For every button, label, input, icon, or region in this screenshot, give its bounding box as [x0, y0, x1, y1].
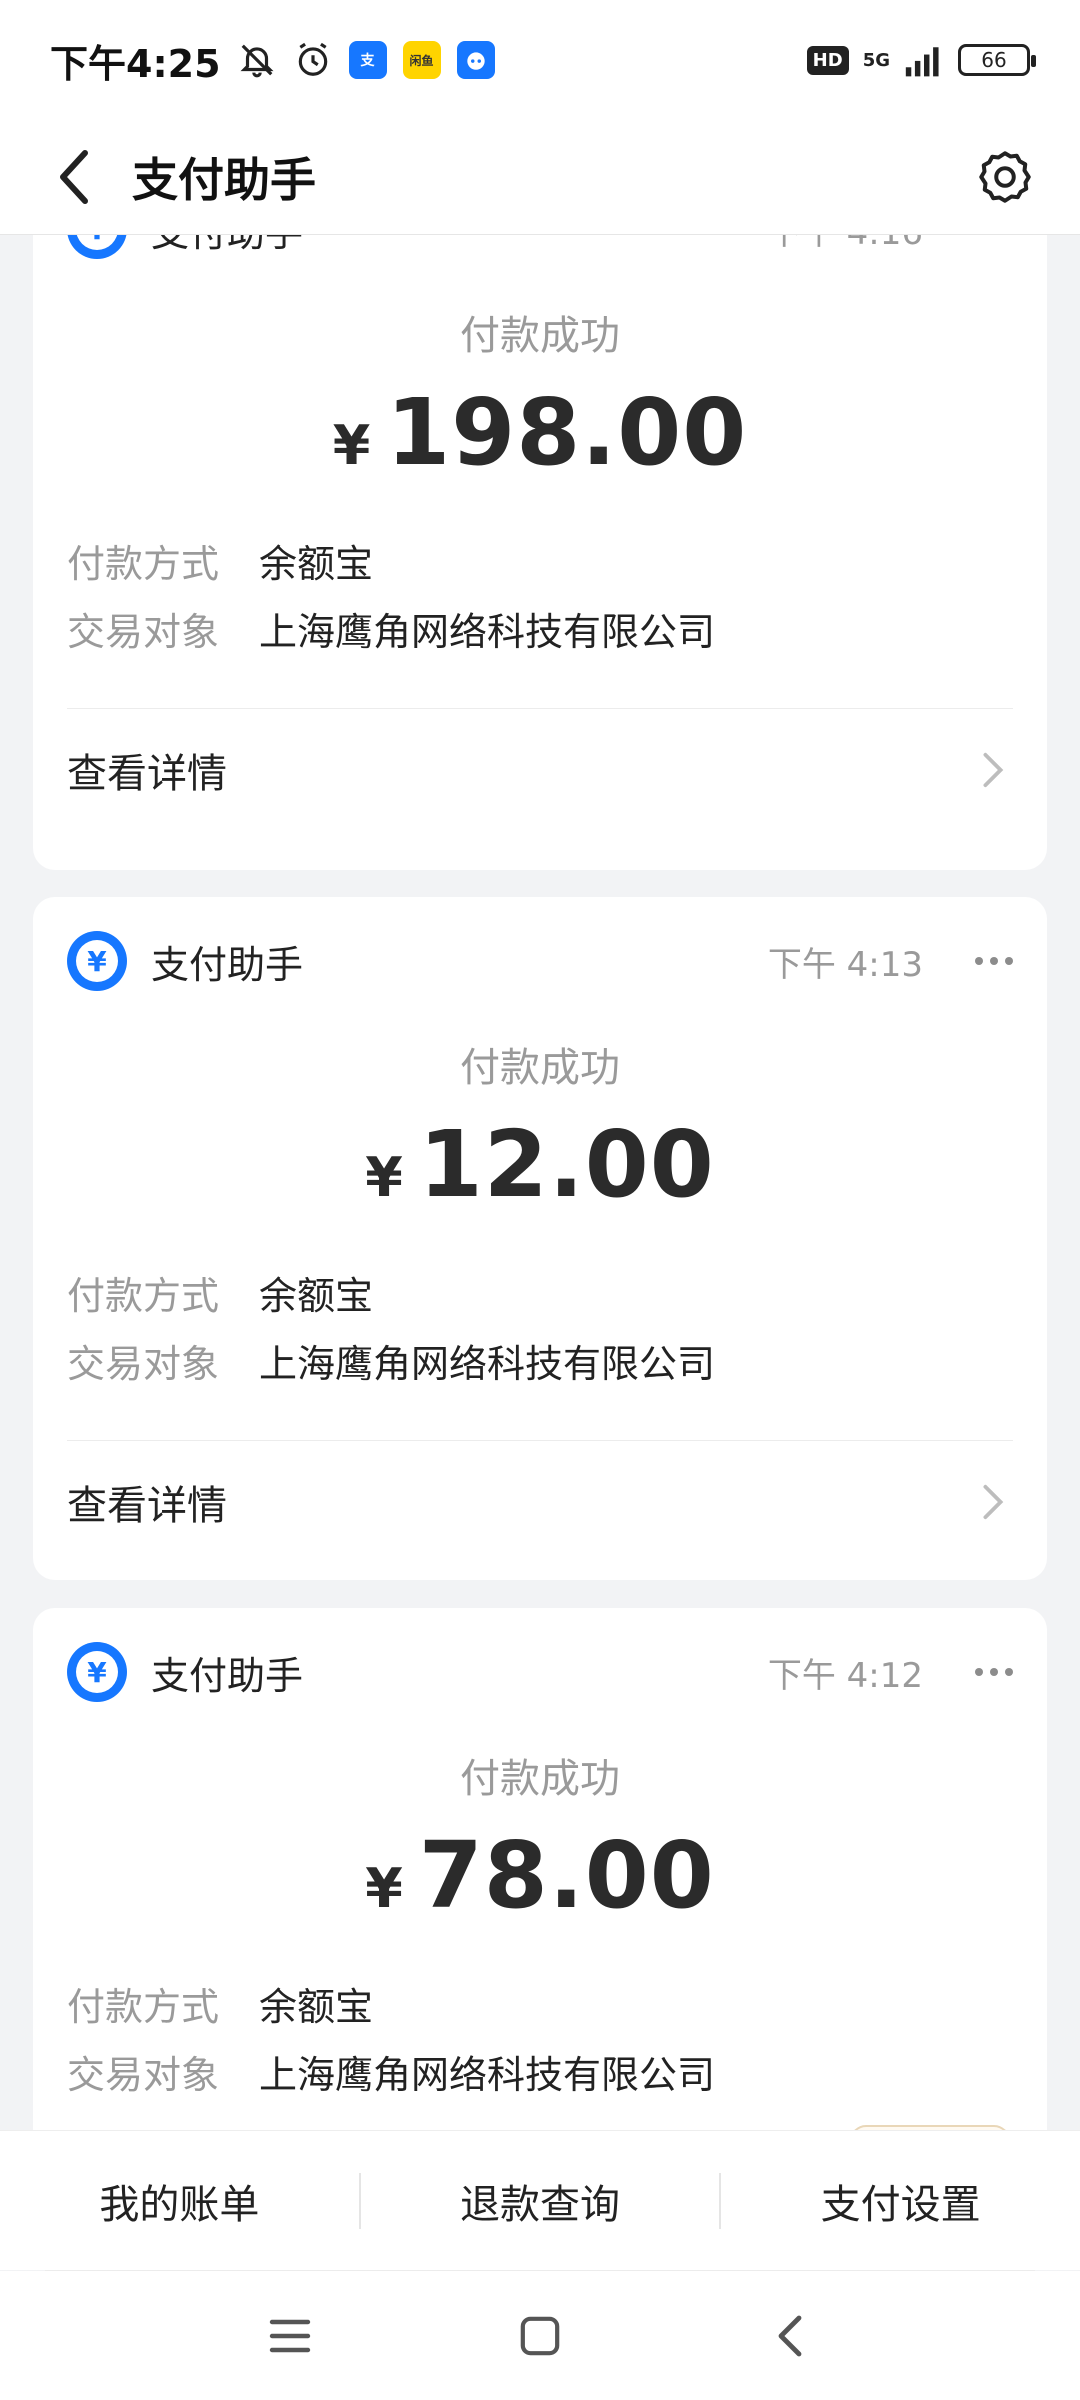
chevron-right-icon [973, 1482, 1013, 1522]
system-navigation-bar [0, 2271, 1080, 2400]
info-key: 付款方式 [67, 541, 220, 586]
back-button[interactable] [30, 132, 120, 222]
status-left: 下午4:25 支 闲鱼 [50, 33, 495, 88]
status-right: HD 5G 66 [806, 40, 1036, 80]
page-title: 支付助手 [132, 153, 316, 207]
message-list[interactable]: ¥ 支付助手 下午 4:16 付款成功 ¥ 198.00 付款方式 余额宝 交易… [0, 235, 1080, 2130]
payment-card: ¥ 支付助手 下午 4:13 付款成功 ¥ 12.00 付款方式 余额宝 交易对… [33, 897, 1047, 1580]
card-header: ¥ 支付助手 下午 4:13 [67, 931, 1013, 991]
menu-icon [269, 2319, 311, 2352]
currency-symbol: ¥ [332, 414, 371, 477]
payment-card: ¥ 支付助手 下午 4:16 付款成功 ¥ 198.00 付款方式 余额宝 交易… [33, 235, 1047, 870]
more-options-icon[interactable] [953, 1668, 1013, 1676]
yen-logo-icon: ¥ [67, 235, 127, 259]
home-square-icon [520, 2316, 560, 2355]
amount-value: 12.00 [418, 1111, 715, 1218]
info-key: 付款方式 [67, 1273, 220, 1318]
info-row-method: 付款方式 余额宝 [67, 1969, 1013, 2037]
battery-indicator: 66 [958, 44, 1036, 76]
back-nav-button[interactable] [760, 2306, 820, 2366]
gear-icon [979, 151, 1031, 203]
menu-nav-button[interactable] [260, 2306, 320, 2366]
amount-value: 198.00 [386, 379, 748, 486]
yen-logo-icon: ¥ [67, 1642, 127, 1702]
payment-card: ¥ 支付助手 下午 4:12 付款成功 ¥ 78.00 付款方式 余额宝 交易对… [33, 1608, 1047, 2130]
card-time: 下午 4:16 [768, 235, 923, 254]
info-value: 上海鹰角网络科技有限公司 [259, 609, 716, 654]
info-row-counterparty: 交易对象 上海鹰角网络科技有限公司 [67, 594, 1013, 662]
more-options-icon[interactable] [953, 957, 1013, 965]
mute-bell-icon [237, 40, 277, 80]
info-key: 交易对象 [67, 1341, 220, 1386]
payment-info: 付款方式 余额宝 交易对象 上海鹰角网络科技有限公司 [67, 1258, 1013, 1394]
chevron-right-icon [973, 750, 1013, 790]
card-sender: 支付助手 [151, 1653, 304, 1698]
amount-value: 78.00 [418, 1822, 715, 1929]
info-row-counterparty: 交易对象 上海鹰角网络科技有限公司 [67, 2037, 1013, 2105]
info-row-counterparty: 交易对象 上海鹰角网络科技有限公司 [67, 1326, 1013, 1394]
network-type: 5G [862, 49, 890, 71]
alarm-clock-icon [293, 40, 333, 80]
info-key: 交易对象 [67, 2052, 220, 2097]
info-row-method: 付款方式 余额宝 [67, 526, 1013, 594]
view-details-label: 查看详情 [67, 751, 227, 797]
xianyu-icon: 闲鱼 [402, 41, 441, 79]
signal-icon [904, 40, 944, 80]
view-details-label: 查看详情 [67, 1483, 227, 1529]
payment-info: 付款方式 余额宝 交易对象 上海鹰角网络科技有限公司 [67, 526, 1013, 662]
view-details-row[interactable]: 查看详情 [67, 1441, 1013, 1563]
payment-settings-button[interactable]: 支付设置 [721, 2172, 1080, 2230]
card-sender: 支付助手 [151, 235, 303, 257]
status-bar: 下午4:25 支 闲鱼 HD 5G 66 [0, 0, 1080, 120]
payment-amount: ¥ 12.00 [67, 1111, 1013, 1218]
home-nav-button[interactable] [510, 2306, 570, 2366]
back-triangle-icon [778, 2315, 802, 2356]
payment-status: 付款成功 [460, 1045, 620, 1091]
robot-app-icon [456, 41, 495, 79]
app-header: 支付助手 [0, 120, 1080, 235]
status-time: 下午4:25 [50, 41, 221, 86]
card-sender: 支付助手 [151, 942, 304, 987]
screen: 下午4:25 支 闲鱼 HD 5G 66 支付助手 付款成功 ¥ 198.00 … [0, 0, 1080, 2400]
currency-symbol: ¥ [365, 1857, 403, 1920]
payment-status: 付款成功 [460, 313, 620, 359]
info-value: 上海鹰角网络科技有限公司 [259, 1341, 716, 1386]
view-details-row[interactable]: 查看详情 [67, 709, 1013, 831]
info-key: 交易对象 [67, 609, 220, 654]
hd-badge: HD [806, 45, 849, 75]
card-time: 下午 4:12 [767, 1655, 923, 1696]
my-bills-button[interactable]: 我的账单 [0, 2172, 359, 2230]
info-key: 付款方式 [67, 1984, 220, 2029]
payment-info: 付款方式 余额宝 交易对象 上海鹰角网络科技有限公司 [67, 1969, 1013, 2105]
back-arrow-icon [60, 150, 88, 204]
card-header: ¥ 支付助手 下午 4:12 [67, 1642, 1013, 1702]
payment-amount: ¥ 78.00 [67, 1822, 1013, 1929]
info-value: 余额宝 [259, 541, 374, 586]
info-value: 上海鹰角网络科技有限公司 [259, 2052, 716, 2097]
alipay-icon: 支 [348, 41, 387, 79]
settings-button[interactable] [960, 132, 1050, 222]
currency-symbol: ¥ [365, 1146, 403, 1209]
payment-amount: ¥ 198.00 [67, 379, 1013, 486]
card-header: ¥ 支付助手 下午 4:16 [67, 235, 1013, 259]
payment-status: 付款成功 [460, 1756, 620, 1802]
yen-logo-icon: ¥ [67, 931, 127, 991]
info-value: 余额宝 [259, 1984, 374, 2029]
bottom-action-bar: 我的账单 退款查询 支付设置 [0, 2130, 1080, 2270]
info-value: 余额宝 [259, 1273, 374, 1318]
refund-query-button[interactable]: 退款查询 [361, 2172, 720, 2230]
card-time: 下午 4:13 [767, 944, 923, 985]
info-row-method: 付款方式 余额宝 [67, 1258, 1013, 1326]
